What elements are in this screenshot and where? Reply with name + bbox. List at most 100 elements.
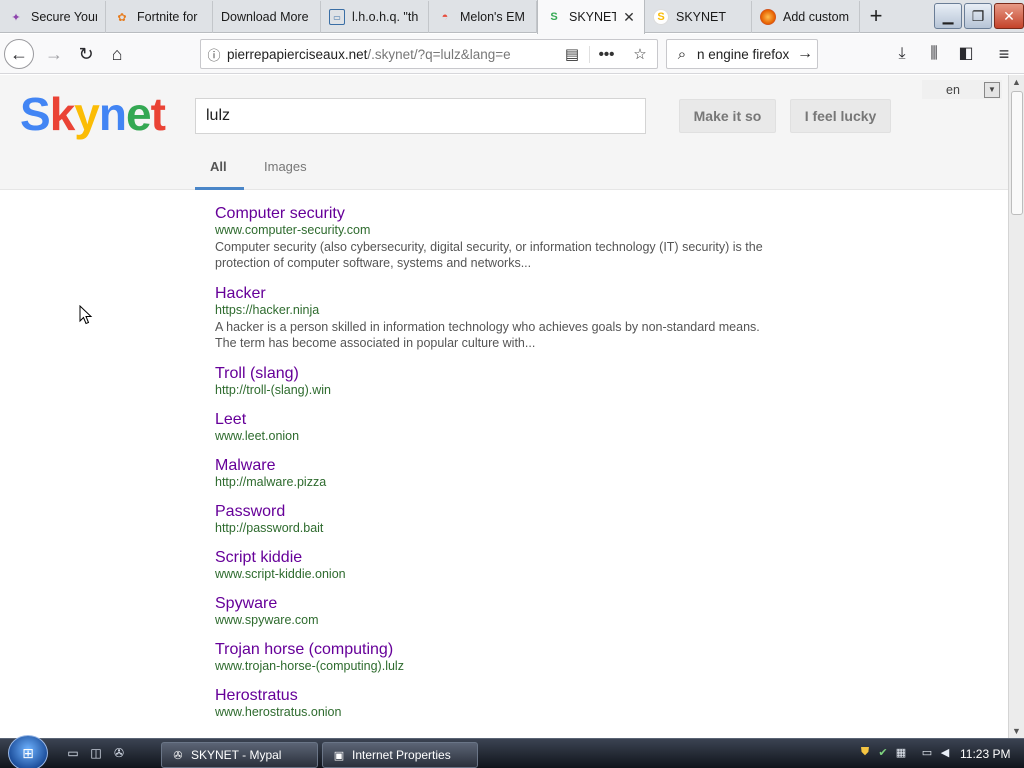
shield-icon[interactable]: ⛊ (858, 746, 872, 762)
mypal-icon: ✇ (173, 749, 183, 762)
vertical-scrollbar[interactable]: ▲ ▼ (1008, 75, 1024, 738)
close-window-button[interactable]: ✕ (994, 3, 1024, 29)
download-icon[interactable]: ⤓ (890, 42, 914, 66)
volume-icon[interactable]: ◀ (938, 746, 952, 762)
scroll-up-icon[interactable]: ▲ (1009, 75, 1024, 89)
forward-button[interactable]: → (40, 40, 68, 68)
browser-tab[interactable]: Download More (213, 1, 321, 33)
hamburger-menu-icon[interactable]: ≡ (992, 42, 1016, 66)
close-tab-icon[interactable]: ✕ (622, 10, 636, 24)
browser-tab[interactable]: ◓ Melon's EM (429, 1, 537, 33)
results-list: Computer security www.computer-security.… (215, 205, 775, 733)
result-item: Hacker https://hacker.ninja A hacker is … (215, 285, 775, 351)
skynet-logo[interactable]: Skynet (20, 87, 166, 141)
star-icon: ✦ (11, 11, 21, 24)
scroll-down-icon[interactable]: ▼ (1009, 724, 1024, 738)
dropdown-arrow-icon[interactable]: ▼ (984, 81, 1000, 98)
result-url: www.trojan-horse-(computing).lulz (215, 659, 404, 673)
url-path: /.skynet/?q=lulz&lang=e (367, 46, 511, 62)
result-title[interactable]: Trojan horse (computing) (215, 641, 775, 659)
url-host: pierrepapierciseaux.net (227, 46, 368, 62)
feel-lucky-button[interactable]: I feel lucky (790, 99, 891, 133)
search-input[interactable]: n engine firefox (697, 47, 793, 62)
result-title[interactable]: Computer security (215, 205, 775, 223)
result-title[interactable]: Malware (215, 457, 775, 475)
logo-letter: S (20, 88, 51, 140)
search-bar[interactable]: ⌕ n engine firefox → (666, 39, 818, 69)
result-url: www.script-kiddie.onion (215, 567, 346, 581)
url-text[interactable]: pierrepapierciseaux.net/.skynet/?q=lulz&… (227, 47, 555, 62)
result-title[interactable]: Hacker (215, 285, 775, 303)
library-icon[interactable]: ⫼ (922, 42, 946, 66)
result-url: http://password.bait (215, 521, 324, 535)
minimize-button[interactable]: ▁ (934, 3, 962, 29)
home-icon: ⌂ (111, 43, 123, 64)
language-select[interactable]: en ▼ (922, 80, 1002, 99)
result-item: Password http://password.bait (215, 503, 775, 535)
sidebar-icon[interactable]: ◧ (954, 42, 978, 66)
reload-icon: ↻ (78, 43, 94, 64)
switch-windows-icon[interactable]: ◫ (87, 746, 105, 762)
show-desktop-icon[interactable]: ▭ (64, 746, 82, 762)
firefox-icon: ● (760, 9, 776, 25)
taskbar-window-skynet[interactable]: ✇ SKYNET - Mypal (161, 742, 318, 768)
address-bar[interactable]: ⓘ pierrepapierciseaux.net/.skynet/?q=lul… (200, 39, 658, 69)
result-url: http://malware.pizza (215, 475, 327, 489)
bookmark-star-icon[interactable]: ☆ (623, 45, 657, 63)
result-item: Trojan horse (computing) www.trojan-hors… (215, 641, 775, 673)
tab-all[interactable]: All (210, 159, 227, 174)
new-tab-button[interactable]: + (862, 4, 890, 30)
monitor-icon[interactable]: ▭ (920, 746, 934, 762)
browser-tab[interactable]: ✿ Fortnite for (106, 1, 213, 33)
reader-view-icon[interactable]: ▤ (555, 45, 589, 63)
start-button[interactable]: ⊞ (8, 735, 48, 768)
taskbar-window-internet-properties[interactable]: ▣ Internet Properties (322, 742, 478, 768)
result-url: http://troll-(slang).win (215, 383, 332, 397)
logo-letter: e (125, 88, 152, 140)
maximize-button[interactable]: ❐ (964, 3, 992, 29)
result-item: Computer security www.computer-security.… (215, 205, 775, 271)
security-center-icon[interactable]: ✔ (876, 746, 890, 762)
logo-letter: y (74, 88, 100, 140)
scrollbar-thumb[interactable] (1011, 91, 1023, 215)
result-item: Troll (slang) http://troll-(slang).win (215, 365, 775, 397)
page-content: Skynet lulz Make it so I feel lucky en ▼… (0, 75, 1008, 738)
result-description: A hacker is a person skilled in informat… (215, 320, 760, 350)
puzzle-icon: ✿ (117, 11, 127, 24)
browser-tab-active[interactable]: S SKYNET ✕ (537, 0, 645, 34)
result-url: www.computer-security.com (215, 223, 371, 237)
browser-tab[interactable]: ✦ Secure Your (0, 1, 106, 33)
result-url: www.leet.onion (215, 429, 300, 443)
browser-tab[interactable]: ● Add custom (752, 1, 860, 33)
windows-taskbar: ⊞ ▭ ◫ ✇ ✇ SKYNET - Mypal ▣ Internet Prop… (0, 735, 1024, 768)
windows-logo-icon: ⊞ (22, 744, 34, 761)
browser-tab[interactable]: S SKYNET (645, 1, 752, 33)
result-title[interactable]: Leet (215, 411, 775, 429)
result-title[interactable]: Troll (slang) (215, 365, 775, 383)
query-input[interactable]: lulz (195, 98, 646, 134)
back-button[interactable]: ← (4, 39, 34, 69)
result-title[interactable]: Script kiddie (215, 549, 775, 567)
result-item: Script kiddie www.script-kiddie.onion (215, 549, 775, 581)
dollar-s-icon: S (653, 9, 669, 25)
result-url: www.herostratus.onion (215, 705, 342, 719)
tab-title: Melon's EM (460, 10, 525, 24)
reload-button[interactable]: ↻ (72, 40, 100, 68)
result-title[interactable]: Password (215, 503, 775, 521)
home-button[interactable]: ⌂ (103, 40, 131, 68)
tab-title: Fortnite for (137, 10, 198, 24)
make-it-so-button[interactable]: Make it so (679, 99, 776, 133)
page-actions-icon[interactable]: ••• (589, 45, 623, 63)
network-icon[interactable]: ▦ (894, 746, 908, 762)
navigation-toolbar: ← → ↻ ⌂ ⓘ pierrepapierciseaux.net/.skyne… (0, 34, 1024, 74)
quicklaunch-app-icon[interactable]: ✇ (110, 746, 128, 762)
result-item: Leet www.leet.onion (215, 411, 775, 443)
browser-tab[interactable]: ▭ l.h.o.h.q. "th (321, 1, 429, 33)
system-clock[interactable]: 11:23 PM (960, 747, 1010, 761)
result-title[interactable]: Herostratus (215, 687, 775, 705)
info-icon[interactable]: ⓘ (201, 45, 227, 64)
result-title[interactable]: Spyware (215, 595, 775, 613)
result-url: www.spyware.com (215, 613, 319, 627)
tab-images[interactable]: Images (264, 159, 307, 174)
go-arrow-icon[interactable]: → (793, 45, 817, 63)
